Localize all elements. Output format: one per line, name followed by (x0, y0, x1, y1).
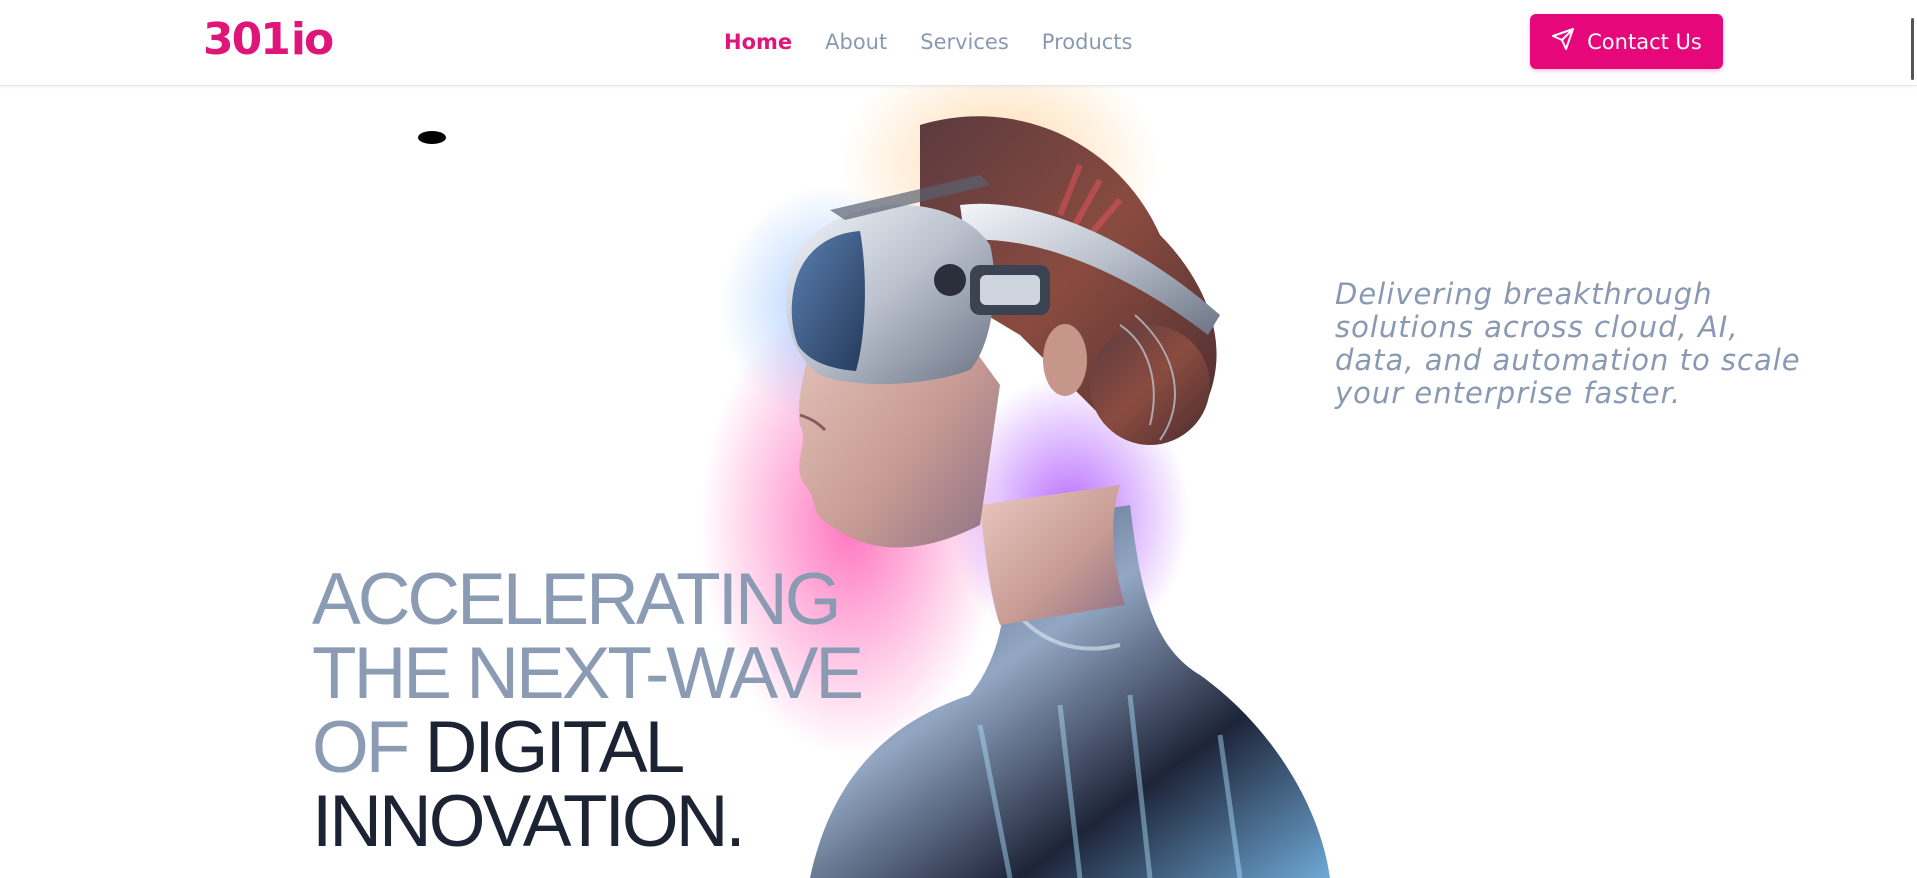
nav-products[interactable]: Products (1042, 30, 1133, 54)
nav-services[interactable]: Services (920, 30, 1009, 54)
logo-text: 301 (203, 13, 291, 65)
headline-line-3: OF DIGITAL (312, 711, 932, 785)
site-header: 301 io Home About Services Products Conta… (0, 0, 1917, 86)
headline-line-2: THE NEXT-WAVE (312, 633, 864, 714)
contact-us-label: Contact Us (1587, 29, 1702, 54)
hero-tagline: Delivering breakthrough solutions across… (1335, 277, 1801, 410)
main-nav: Home About Services Products (724, 25, 1165, 59)
logo[interactable]: 301 io (203, 13, 334, 65)
headline-line-1: ACCELERATING (312, 559, 841, 640)
contact-us-button[interactable]: Contact Us (1530, 14, 1723, 69)
nav-about[interactable]: About (825, 30, 887, 54)
scrollbar-thumb[interactable] (1911, 18, 1914, 80)
cursor-dot (418, 131, 446, 144)
headline-of: OF (312, 707, 425, 788)
hero-headline: ACCELERATING THE NEXT-WAVE OF DIGITAL IN… (312, 563, 932, 859)
send-icon (1551, 27, 1575, 56)
headline-digital: DIGITAL (424, 707, 686, 788)
logo-suffix: io (290, 13, 334, 65)
nav-home[interactable]: Home (724, 30, 792, 54)
headline-line-4: INNOVATION. (312, 781, 746, 862)
